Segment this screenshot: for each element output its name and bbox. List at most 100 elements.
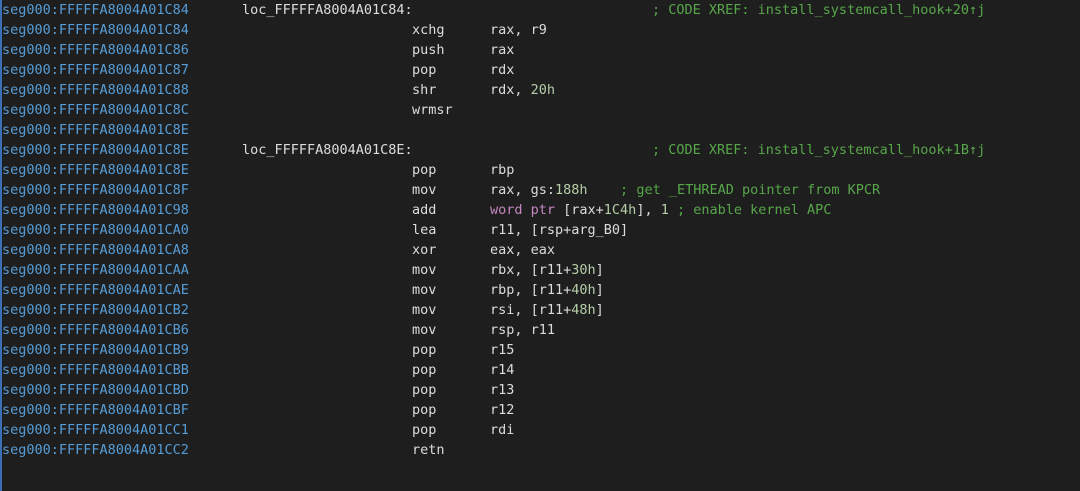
operand-text: rdx bbox=[490, 62, 515, 78]
disasm-line[interactable]: seg000:FFFFFA8004A01CC1 pop rdi bbox=[0, 420, 1080, 440]
line-address[interactable]: seg000:FFFFFA8004A01C8E bbox=[2, 120, 189, 140]
instruction-operands[interactable]: rax, r9 bbox=[490, 20, 547, 40]
disasm-line[interactable]: seg000:FFFFFA8004A01CBF pop r12 bbox=[0, 400, 1080, 420]
instruction-mnemonic[interactable]: xor bbox=[412, 240, 436, 260]
line-address[interactable]: seg000:FFFFFA8004A01C84 bbox=[2, 20, 189, 40]
disasm-line[interactable]: seg000:FFFFFA8004A01CAA mov rbx, [r11+30h] bbox=[0, 260, 1080, 280]
line-address[interactable]: seg000:FFFFFA8004A01C87 bbox=[2, 60, 189, 80]
line-address[interactable]: seg000:FFFFFA8004A01C8C bbox=[2, 100, 189, 120]
line-address[interactable]: seg000:FFFFFA8004A01CC2 bbox=[2, 440, 189, 460]
line-address[interactable]: seg000:FFFFFA8004A01C88 bbox=[2, 80, 189, 100]
instruction-operands[interactable]: rdx bbox=[490, 60, 514, 80]
line-address[interactable]: seg000:FFFFFA8004A01C8F bbox=[2, 180, 189, 200]
instruction-mnemonic[interactable]: pop bbox=[412, 160, 436, 180]
instruction-operands[interactable]: rbx, [r11+30h] bbox=[490, 260, 604, 280]
instruction-operands[interactable]: rdi bbox=[490, 420, 514, 440]
instruction-operands[interactable]: r15 bbox=[490, 340, 514, 360]
instruction-operands[interactable]: rsi, [r11+48h] bbox=[490, 300, 604, 320]
line-address[interactable]: seg000:FFFFFA8004A01CA8 bbox=[2, 240, 189, 260]
line-address[interactable]: seg000:FFFFFA8004A01CBB bbox=[2, 360, 189, 380]
line-address[interactable]: seg000:FFFFFA8004A01CB9 bbox=[2, 340, 189, 360]
instruction-operands[interactable]: rsp, r11 bbox=[490, 320, 555, 340]
instruction-mnemonic[interactable]: retn bbox=[412, 440, 445, 460]
line-address[interactable]: seg000:FFFFFA8004A01CB6 bbox=[2, 320, 189, 340]
xref-comment[interactable]: ; CODE XREF: install_systemcall_hook+20↑… bbox=[652, 0, 985, 20]
line-address[interactable]: seg000:FFFFFA8004A01CB2 bbox=[2, 300, 189, 320]
instruction-operands[interactable]: r12 bbox=[490, 400, 514, 420]
line-address[interactable]: seg000:FFFFFA8004A01CA0 bbox=[2, 220, 189, 240]
instruction-mnemonic[interactable]: pop bbox=[412, 400, 436, 420]
line-address[interactable]: seg000:FFFFFA8004A01CBF bbox=[2, 400, 189, 420]
disasm-line[interactable]: seg000:FFFFFA8004A01C8F mov rax, gs:188h ;… bbox=[0, 180, 1080, 200]
disasm-line[interactable]: seg000:FFFFFA8004A01CAE mov rbp, [r11+40h] bbox=[0, 280, 1080, 300]
disasm-line[interactable]: seg000:FFFFFA8004A01CB6 mov rsp, r11 bbox=[0, 320, 1080, 340]
disasm-line[interactable]: seg000:FFFFFA8004A01CBB pop r14 bbox=[0, 360, 1080, 380]
disasm-line[interactable]: seg000:FFFFFA8004A01CA0 lea r11, [rsp+arg_… bbox=[0, 220, 1080, 240]
instruction-mnemonic[interactable]: pop bbox=[412, 360, 436, 380]
instruction-mnemonic[interactable]: pop bbox=[412, 60, 436, 80]
disasm-line[interactable]: seg000:FFFFFA8004A01CC2 retn bbox=[0, 440, 1080, 460]
instruction-operands[interactable]: r13 bbox=[490, 380, 514, 400]
disasm-line[interactable]: seg000:FFFFFA8004A01C84 loc_FFFFFA8004A01… bbox=[0, 0, 1080, 20]
disasm-line[interactable]: seg000:FFFFFA8004A01C88 shr rdx, 20h bbox=[0, 80, 1080, 100]
disasm-line[interactable]: seg000:FFFFFA8004A01C8C wrmsr bbox=[0, 100, 1080, 120]
disasm-line[interactable]: seg000:FFFFFA8004A01C8E bbox=[0, 120, 1080, 140]
operand-text: rdi bbox=[490, 422, 515, 438]
instruction-operands[interactable]: eax, eax bbox=[490, 240, 555, 260]
instruction-operands[interactable]: rax bbox=[490, 40, 514, 60]
operand-text: r15 bbox=[490, 342, 515, 358]
line-address[interactable]: seg000:FFFFFA8004A01C8E bbox=[2, 160, 189, 180]
instruction-operands[interactable]: rax, gs:188h ; get _ETHREAD pointer from… bbox=[490, 180, 880, 200]
disasm-line[interactable]: seg000:FFFFFA8004A01C8E pop rbp bbox=[0, 160, 1080, 180]
instruction-mnemonic[interactable]: pop bbox=[412, 340, 436, 360]
instruction-operands[interactable]: rdx, 20h bbox=[490, 80, 555, 100]
inline-comment: ; get _ETHREAD pointer from KPCR bbox=[587, 182, 881, 198]
disasm-line[interactable]: seg000:FFFFFA8004A01CB9 pop r15 bbox=[0, 340, 1080, 360]
code-label[interactable]: loc_FFFFFA8004A01C8E: bbox=[242, 140, 413, 160]
disasm-line[interactable]: seg000:FFFFFA8004A01CA8 xor eax, eax bbox=[0, 240, 1080, 260]
disasm-line[interactable]: seg000:FFFFFA8004A01C98 add word ptr [rax+… bbox=[0, 200, 1080, 220]
operand-text: eax, eax bbox=[490, 242, 556, 258]
instruction-mnemonic[interactable]: wrmsr bbox=[412, 100, 453, 120]
instruction-mnemonic[interactable]: lea bbox=[412, 220, 436, 240]
disasm-line[interactable]: seg000:FFFFFA8004A01C87 pop rdx bbox=[0, 60, 1080, 80]
disasm-line[interactable]: seg000:FFFFFA8004A01C86 push rax bbox=[0, 40, 1080, 60]
instruction-operands[interactable]: r11, [rsp+arg_B0] bbox=[490, 220, 628, 240]
line-address[interactable]: seg000:FFFFFA8004A01CBD bbox=[2, 380, 189, 400]
instruction-operands[interactable]: rbp bbox=[490, 160, 514, 180]
disasm-line[interactable]: seg000:FFFFFA8004A01C8E loc_FFFFFA8004A01… bbox=[0, 140, 1080, 160]
instruction-mnemonic[interactable]: mov bbox=[412, 280, 436, 300]
instruction-mnemonic[interactable]: shr bbox=[412, 80, 436, 100]
code-label[interactable]: loc_FFFFFA8004A01C84: bbox=[242, 0, 413, 20]
instruction-mnemonic[interactable]: push bbox=[412, 40, 445, 60]
instruction-mnemonic[interactable]: mov bbox=[412, 180, 436, 200]
instruction-mnemonic[interactable]: mov bbox=[412, 320, 436, 340]
disasm-line[interactable]: seg000:FFFFFA8004A01CB2 mov rsi, [r11+48h] bbox=[0, 300, 1080, 320]
line-address[interactable]: seg000:FFFFFA8004A01C8E bbox=[2, 140, 189, 160]
instruction-mnemonic[interactable]: xchg bbox=[412, 20, 445, 40]
disasm-line[interactable]: seg000:FFFFFA8004A01C84 xchg rax, r9 bbox=[0, 20, 1080, 40]
instruction-operands[interactable]: rbp, [r11+40h] bbox=[490, 280, 604, 300]
line-address[interactable]: seg000:FFFFFA8004A01C86 bbox=[2, 40, 189, 60]
instruction-mnemonic[interactable]: mov bbox=[412, 260, 436, 280]
instruction-mnemonic[interactable]: pop bbox=[412, 380, 436, 400]
operand-text: rbp bbox=[490, 162, 515, 178]
line-address[interactable]: seg000:FFFFFA8004A01C98 bbox=[2, 200, 189, 220]
instruction-operands[interactable]: r14 bbox=[490, 360, 514, 380]
operand-number: 188h bbox=[555, 182, 588, 198]
instruction-mnemonic[interactable]: mov bbox=[412, 300, 436, 320]
line-address[interactable]: seg000:FFFFFA8004A01CC1 bbox=[2, 420, 189, 440]
operand-text: ] bbox=[595, 302, 604, 318]
operand-text: ] bbox=[595, 282, 604, 298]
line-address[interactable]: seg000:FFFFFA8004A01CAE bbox=[2, 280, 189, 300]
instruction-mnemonic[interactable]: pop bbox=[412, 420, 436, 440]
line-address[interactable]: seg000:FFFFFA8004A01C84 bbox=[2, 0, 189, 20]
operand-text: rdx, bbox=[490, 82, 531, 98]
xref-comment[interactable]: ; CODE XREF: install_systemcall_hook+1B↑… bbox=[652, 140, 985, 160]
instruction-mnemonic[interactable]: add bbox=[412, 200, 436, 220]
disasm-line[interactable]: seg000:FFFFFA8004A01CBD pop r13 bbox=[0, 380, 1080, 400]
instruction-operands[interactable]: word ptr [rax+1C4h], 1 ; enable kernel A… bbox=[490, 200, 831, 220]
inline-comment: ; enable kernel APC bbox=[668, 202, 832, 218]
disassembly-view[interactable]: seg000:FFFFFA8004A01C84 loc_FFFFFA8004A01… bbox=[0, 0, 1080, 491]
line-address[interactable]: seg000:FFFFFA8004A01CAA bbox=[2, 260, 189, 280]
